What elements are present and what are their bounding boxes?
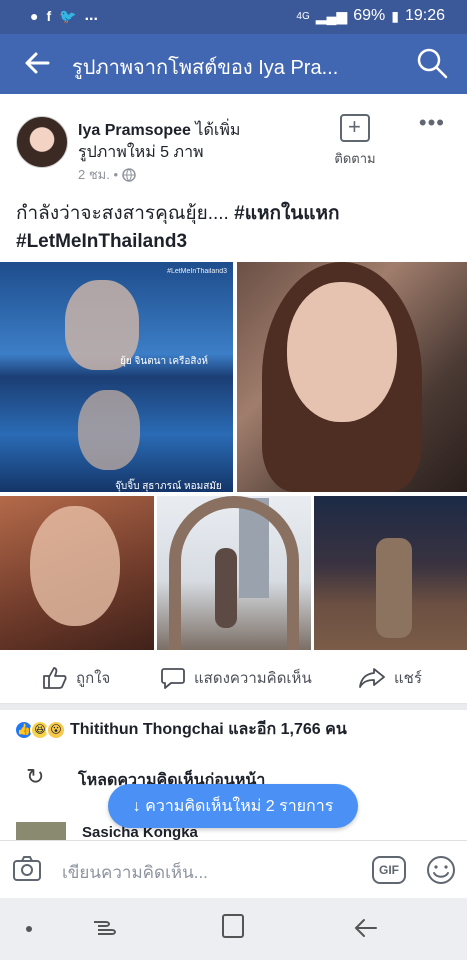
- photo-3[interactable]: [0, 496, 154, 650]
- wow-reaction-icon: 😮: [46, 719, 66, 740]
- photo-3-face: [30, 506, 120, 626]
- more-options-icon[interactable]: •••: [419, 110, 445, 136]
- status-bar: ● f 🐦 ... 4G ▂▄▆ 69% ▮ 19:26: [0, 0, 467, 34]
- like-button[interactable]: ถูกใจ: [42, 666, 110, 690]
- back-arrow-icon[interactable]: [22, 48, 52, 78]
- follow-label: ติดตาม: [334, 151, 376, 166]
- follow-icon: [340, 114, 370, 142]
- emoji-icon[interactable]: [426, 855, 456, 885]
- photo-grid: #LetMeInThailand3 ยุ้ย จินตนา เครือสิงห์…: [0, 262, 467, 650]
- battery-percent: 69%: [353, 7, 386, 24]
- battery-icon: ▮: [391, 7, 399, 24]
- photo-2[interactable]: [237, 262, 467, 492]
- photo-1[interactable]: #LetMeInThailand3 ยุ้ย จินตนา เครือสิงห์…: [0, 262, 233, 492]
- home-button-icon[interactable]: [222, 914, 244, 938]
- comment-composer: เขียนความคิดเห็น... GIF: [0, 840, 467, 898]
- post-text-body: กำลังว่าจะสงสารคุณยุ้ย....: [16, 203, 235, 224]
- reactions-text: Thitithun Thongchai และอีก 1,766 คน: [70, 721, 347, 738]
- photo-4-person: [215, 548, 237, 628]
- photo-1-hashtag: #LetMeInThailand3: [167, 268, 227, 275]
- nav-back-icon[interactable]: [352, 916, 378, 940]
- post-meta: 2 ชม. •: [78, 164, 136, 185]
- signal-icon: ▂▄▆: [315, 7, 348, 24]
- globe-icon: [122, 167, 136, 182]
- avatar[interactable]: [16, 116, 68, 168]
- reactions-summary[interactable]: 👍 😆 😮 Thitithun Thongchai และอีก 1,766 ค…: [14, 717, 347, 742]
- photo-5[interactable]: [314, 496, 467, 650]
- line-icon: ●: [30, 8, 39, 24]
- system-nav-bar: [0, 898, 467, 960]
- twitter-icon: 🐦: [59, 7, 77, 24]
- photo-5-person: [376, 538, 412, 638]
- hashtag-1[interactable]: #แหกในแหก: [234, 203, 339, 224]
- nav-dot-icon[interactable]: [26, 926, 32, 932]
- camera-icon[interactable]: [12, 855, 42, 883]
- thumbs-up-icon: [43, 667, 67, 689]
- post-header: Iya Pramsopee ได้เพิ่ม รูปภาพใหม่ 5 ภาพ …: [0, 110, 467, 190]
- post-actions: ถูกใจ แสดงความคิดเห็น แชร์: [0, 652, 467, 704]
- app-bar: รูปภาพจากโพสต์ของ Iya Pra...: [0, 34, 467, 94]
- photo-1-caption-2: จุ๊บจิ๊บ สุธาภรณ์ หอมสมัย: [115, 481, 222, 492]
- page-title: รูปภาพจากโพสต์ของ Iya Pra...: [72, 57, 339, 79]
- photo-4[interactable]: [157, 496, 311, 650]
- search-icon[interactable]: [415, 46, 449, 80]
- hashtag-2[interactable]: #LetMeInThailand3: [16, 231, 187, 252]
- network-label: 4G: [296, 10, 310, 22]
- status-left: ● f 🐦 ...: [30, 7, 98, 25]
- separator: [0, 704, 467, 710]
- comment-icon: [161, 668, 185, 689]
- facebook-icon: f: [46, 8, 52, 24]
- photo-2-face: [287, 282, 397, 422]
- gif-button[interactable]: GIF: [372, 856, 406, 884]
- comment-input[interactable]: เขียนความคิดเห็น...: [62, 859, 208, 886]
- photo-1-caption-1: ยุ้ย จินตนา เครือสิงห์: [120, 356, 208, 367]
- share-button[interactable]: แชร์: [358, 666, 422, 690]
- post-subtitle: รูปภาพใหม่ 5 ภาพ: [78, 144, 204, 161]
- post-time: 2 ชม. •: [78, 167, 119, 182]
- reaction-icons: 👍 😆 😮: [14, 719, 66, 740]
- status-dots: ...: [84, 7, 98, 24]
- photo-1-face-bottom: [78, 390, 140, 470]
- post-text: กำลังว่าจะสงสารคุณยุ้ย.... #แหกในแหก #Le…: [16, 200, 456, 256]
- post-verb: ได้เพิ่ม: [195, 122, 241, 139]
- commenter-avatar[interactable]: [16, 822, 66, 840]
- recent-apps-icon[interactable]: [92, 916, 118, 940]
- status-right: 4G ▂▄▆ 69% ▮ 19:26: [296, 7, 445, 25]
- share-icon: [359, 668, 385, 688]
- clock: 19:26: [404, 7, 445, 24]
- share-label: แชร์: [394, 670, 422, 687]
- post-author[interactable]: Iya Pramsopee: [78, 122, 191, 139]
- comment-button[interactable]: แสดงความคิดเห็น: [160, 666, 312, 690]
- new-comments-button[interactable]: ↓ ความคิดเห็นใหม่ 2 รายการ: [108, 784, 358, 828]
- like-label: ถูกใจ: [76, 670, 111, 687]
- refresh-icon: ↻: [26, 764, 45, 789]
- follow-button[interactable]: ติดตาม: [330, 114, 380, 169]
- comment-label: แสดงความคิดเห็น: [194, 670, 312, 687]
